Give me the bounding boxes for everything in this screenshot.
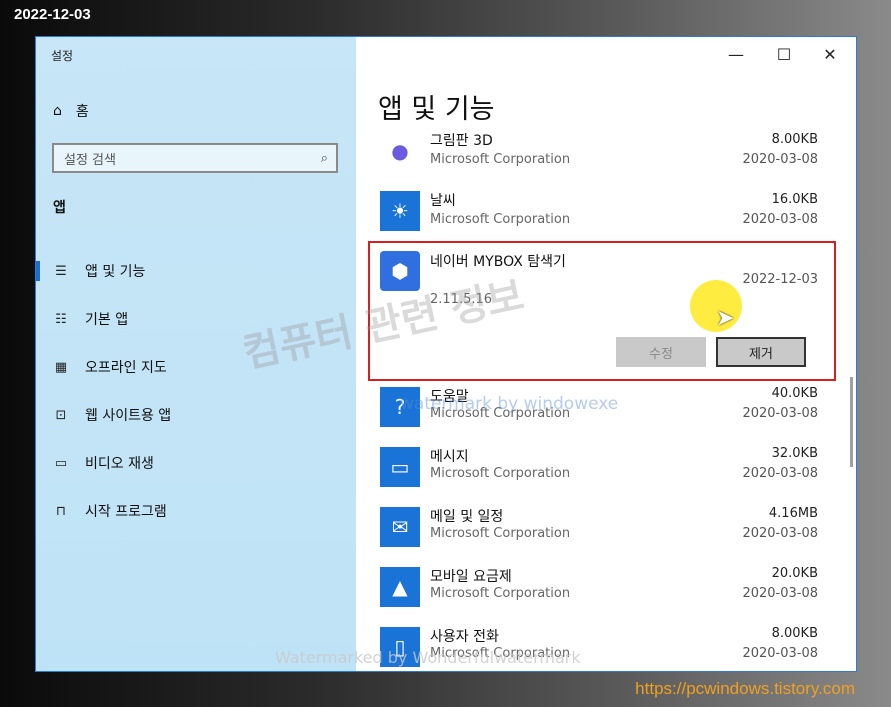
- list-item[interactable]: ▲ 모바일 요금제 Microsoft Corporation 20.0KB 2…: [356, 561, 836, 621]
- sidebar-item-video-playback[interactable]: ▭ 비디오 재생: [36, 439, 356, 487]
- section-label: 앱: [53, 200, 66, 216]
- list-item[interactable]: ☀ 날씨 Microsoft Corporation 16.0KB 2020-0…: [356, 181, 836, 241]
- active-indicator: [36, 261, 40, 281]
- app-size: 32.0KB: [771, 446, 818, 461]
- settings-window: 설정 ⌂ 홈 설정 검색 ⌕ 앱 ☰ 앱 및 기능 ☷ 기본 앱 ▦ 오프라인 …: [35, 36, 857, 672]
- sidebar-item-label: 웹 사이트용 앱: [85, 408, 172, 424]
- app-size: 40.0KB: [771, 386, 818, 401]
- main-content: — ☐ ✕ 앱 및 기능 ● 그림판 3D Microsoft Corporat…: [356, 37, 856, 671]
- video-icon: ▭: [54, 455, 68, 471]
- sidebar-item-label: 시작 프로그램: [85, 504, 167, 520]
- app-publisher: Microsoft Corporation: [430, 152, 571, 167]
- maximize-button[interactable]: ☐: [774, 45, 794, 64]
- app-size: 20.0KB: [771, 566, 818, 581]
- app-size: 4.16MB: [768, 506, 818, 521]
- list-item[interactable]: ● 그림판 3D Microsoft Corporation 8.00KB 20…: [356, 121, 836, 181]
- site-stamp: https://pcwindows.tistory.com: [635, 679, 855, 698]
- sidebar-item-label: 기본 앱: [85, 312, 129, 328]
- app-date: 2020-03-08: [742, 646, 818, 661]
- home-nav-item[interactable]: ⌂ 홈: [53, 101, 89, 121]
- app-name: 모바일 요금제: [430, 569, 512, 585]
- watermark-text-blue: watermark by windowexe: [400, 394, 619, 414]
- web-app-icon: ⊡: [55, 407, 67, 423]
- paint3d-icon: ●: [380, 131, 420, 171]
- app-date: 2020-03-08: [742, 212, 818, 227]
- scrollbar[interactable]: [850, 377, 853, 467]
- app-publisher: Microsoft Corporation: [430, 586, 571, 601]
- app-publisher: Microsoft Corporation: [430, 212, 571, 227]
- app-name: 그림판 3D: [430, 133, 493, 149]
- app-name: 사용자 전화: [430, 629, 499, 645]
- sidebar-item-label: 비디오 재생: [85, 456, 154, 472]
- startup-icon: ⊓: [55, 503, 67, 519]
- mouse-cursor-icon: ➤: [716, 306, 735, 331]
- list-item[interactable]: ✉ 메일 및 일정 Microsoft Corporation 4.16MB 2…: [356, 501, 836, 561]
- app-date: 2020-03-08: [742, 406, 818, 421]
- mail-icon: ✉: [380, 507, 420, 547]
- app-date: 2020-03-08: [742, 586, 818, 601]
- app-date: 2020-03-08: [742, 152, 818, 167]
- sidebar-item-label: 앱 및 기능: [85, 264, 146, 280]
- sidebar-item-web-apps[interactable]: ⊡ 웹 사이트용 앱: [36, 391, 356, 439]
- app-size: 16.0KB: [771, 192, 818, 207]
- app-name: 메시지: [430, 449, 469, 465]
- app-name: 메일 및 일정: [430, 509, 504, 525]
- app-size: 8.00KB: [771, 626, 818, 641]
- minimize-button[interactable]: —: [726, 45, 746, 64]
- weather-icon: ☀: [380, 191, 420, 231]
- sidebar-nav: ☰ 앱 및 기능 ☷ 기본 앱 ▦ 오프라인 지도 ⊡ 웹 사이트용 앱 ▭ 비…: [36, 247, 356, 535]
- map-icon: ▦: [54, 359, 68, 375]
- window-title: 설정: [51, 49, 74, 63]
- app-size: 8.00KB: [771, 132, 818, 147]
- date-stamp: 2022-12-03: [14, 6, 91, 23]
- message-icon: ▭: [380, 447, 420, 487]
- default-apps-icon: ☷: [55, 311, 67, 327]
- search-icon: ⌕: [320, 150, 328, 166]
- home-icon: ⌂: [53, 103, 62, 119]
- list-item[interactable]: ▭ 메시지 Microsoft Corporation 32.0KB 2020-…: [356, 441, 836, 501]
- home-label: 홈: [75, 104, 89, 120]
- search-placeholder: 설정 검색: [64, 152, 116, 168]
- sidebar-item-startup[interactable]: ⊓ 시작 프로그램: [36, 487, 356, 535]
- watermark-text-bottom: Watermarked by Wonderfulwatermark: [275, 648, 581, 667]
- app-date: 2020-03-08: [742, 466, 818, 481]
- search-input[interactable]: 설정 검색 ⌕: [52, 143, 338, 173]
- list-icon: ☰: [55, 263, 67, 279]
- sidebar-item-label: 오프라인 지도: [85, 360, 167, 376]
- app-publisher: Microsoft Corporation: [430, 526, 571, 541]
- app-date: 2020-03-08: [742, 526, 818, 541]
- app-publisher: Microsoft Corporation: [430, 466, 571, 481]
- app-name: 날씨: [430, 193, 456, 209]
- sidebar-item-apps-features[interactable]: ☰ 앱 및 기능: [36, 247, 356, 295]
- close-button[interactable]: ✕: [820, 45, 840, 64]
- mobile-plan-icon: ▲: [380, 567, 420, 607]
